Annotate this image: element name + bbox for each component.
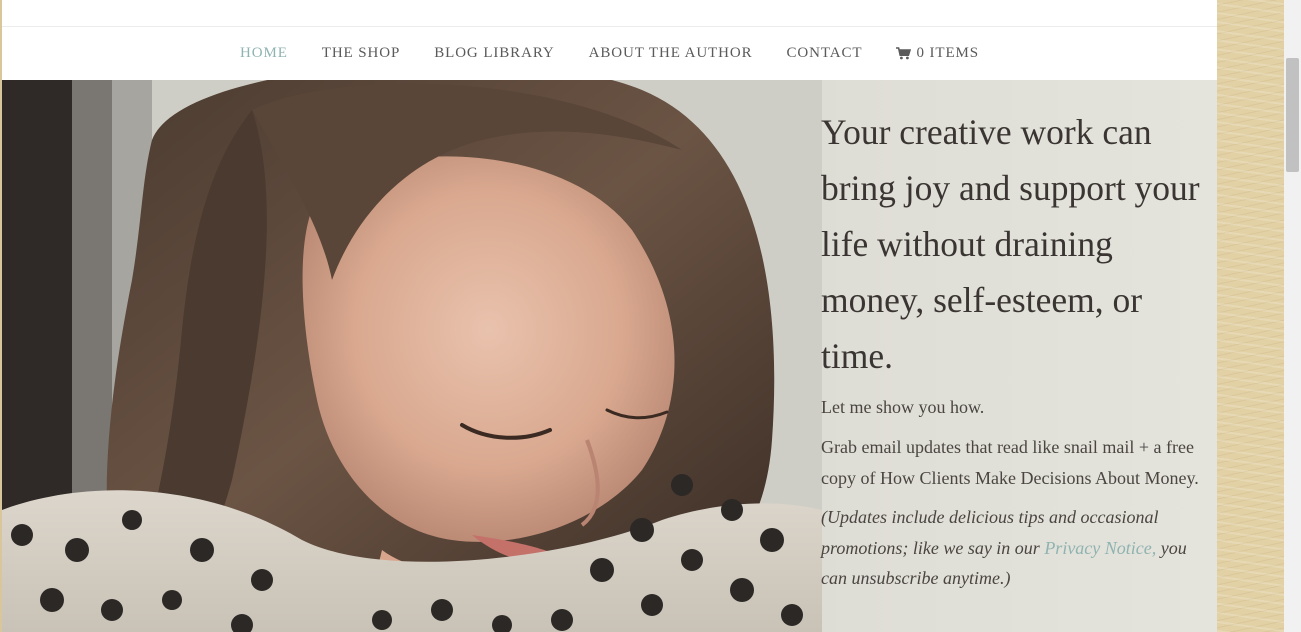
nav-blog-library[interactable]: BLOG LIBRARY [434, 45, 554, 62]
hero-copy: Your creative work can bring joy and sup… [821, 104, 1201, 594]
nav-cart[interactable]: 0 ITEMS [896, 45, 979, 62]
hero-section: Your creative work can bring joy and sup… [2, 80, 1217, 632]
hero-body: Grab email updates that read like snail … [821, 437, 1199, 488]
nav-home[interactable]: HOME [240, 45, 288, 62]
cart-label: 0 ITEMS [916, 45, 979, 61]
nav-the-shop[interactable]: THE SHOP [322, 45, 400, 62]
nav-about-the-author[interactable]: ABOUT THE AUTHOR [589, 45, 753, 62]
top-bar [2, 0, 1217, 27]
privacy-notice-link[interactable]: Privacy Notice, [1044, 538, 1156, 558]
main-navigation: HOME THE SHOP BLOG LIBRARY ABOUT THE AUT… [2, 27, 1217, 80]
hero-note: (Updates include delicious tips and occa… [821, 502, 1201, 594]
hero-subheadline: Let me show you how. [821, 397, 985, 417]
nav-contact[interactable]: CONTACT [787, 45, 863, 62]
scrollbar-thumb[interactable] [1286, 58, 1299, 172]
hero-headline: Your creative work can bring joy and sup… [821, 112, 1200, 376]
shopping-cart-icon [896, 47, 912, 60]
page: HOME THE SHOP BLOG LIBRARY ABOUT THE AUT… [2, 0, 1217, 632]
hero-photo-woman [2, 80, 822, 632]
